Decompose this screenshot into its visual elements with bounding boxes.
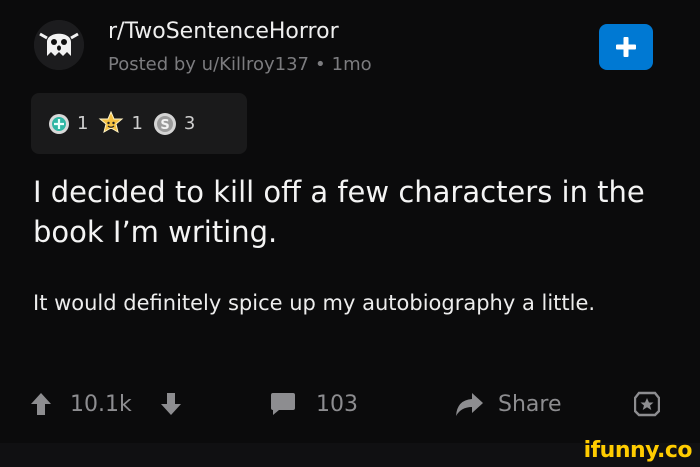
- meta-separator: •: [315, 54, 326, 75]
- helpful-award-icon: [49, 113, 69, 134]
- plus-icon: [616, 37, 636, 57]
- award-wholesome: 1: [98, 110, 143, 137]
- award-icon: [634, 391, 660, 417]
- comment-icon: [271, 393, 295, 415]
- share-label: Share: [498, 391, 562, 417]
- join-button[interactable]: [599, 24, 653, 70]
- award-count: 1: [131, 113, 143, 134]
- upvote-button[interactable]: [30, 382, 52, 426]
- subreddit-name[interactable]: r/TwoSentenceHorror: [108, 19, 339, 44]
- vote-score: 10.1k: [70, 382, 132, 426]
- svg-text:S: S: [160, 118, 169, 133]
- post-title[interactable]: I decided to kill off a few characters i…: [33, 172, 673, 252]
- awards-bar[interactable]: 1 1 S 3: [31, 93, 247, 154]
- action-bar: 10.1k 103 Share: [0, 382, 700, 426]
- subreddit-avatar[interactable]: [34, 20, 84, 70]
- post-body: It would definitely spice up my autobiog…: [33, 291, 596, 315]
- share-button[interactable]: Share: [454, 382, 562, 426]
- score-label: 10.1k: [70, 391, 132, 417]
- award-silver: S 3: [153, 112, 195, 136]
- ifunny-watermark: ifunny.co: [583, 438, 693, 463]
- share-icon: [456, 393, 483, 416]
- arrow-up-icon: [31, 393, 51, 415]
- award-button[interactable]: [634, 382, 660, 426]
- comments-button[interactable]: 103: [270, 382, 358, 426]
- wholesome-award-icon: [99, 110, 124, 133]
- comment-count: 103: [316, 391, 358, 417]
- award-count: 3: [183, 113, 196, 134]
- ghost-avatar-icon: [34, 20, 84, 70]
- award-count: 1: [77, 113, 89, 134]
- post-meta: Posted by u/Killroy137 • 1mo: [108, 54, 372, 75]
- arrow-down-icon: [161, 393, 181, 415]
- silver-award-icon: S: [153, 112, 176, 135]
- downvote-button[interactable]: [160, 382, 182, 426]
- post-age: 1mo: [331, 54, 372, 75]
- award-helpful: 1: [48, 113, 88, 135]
- posted-by[interactable]: Posted by u/Killroy137: [108, 54, 309, 75]
